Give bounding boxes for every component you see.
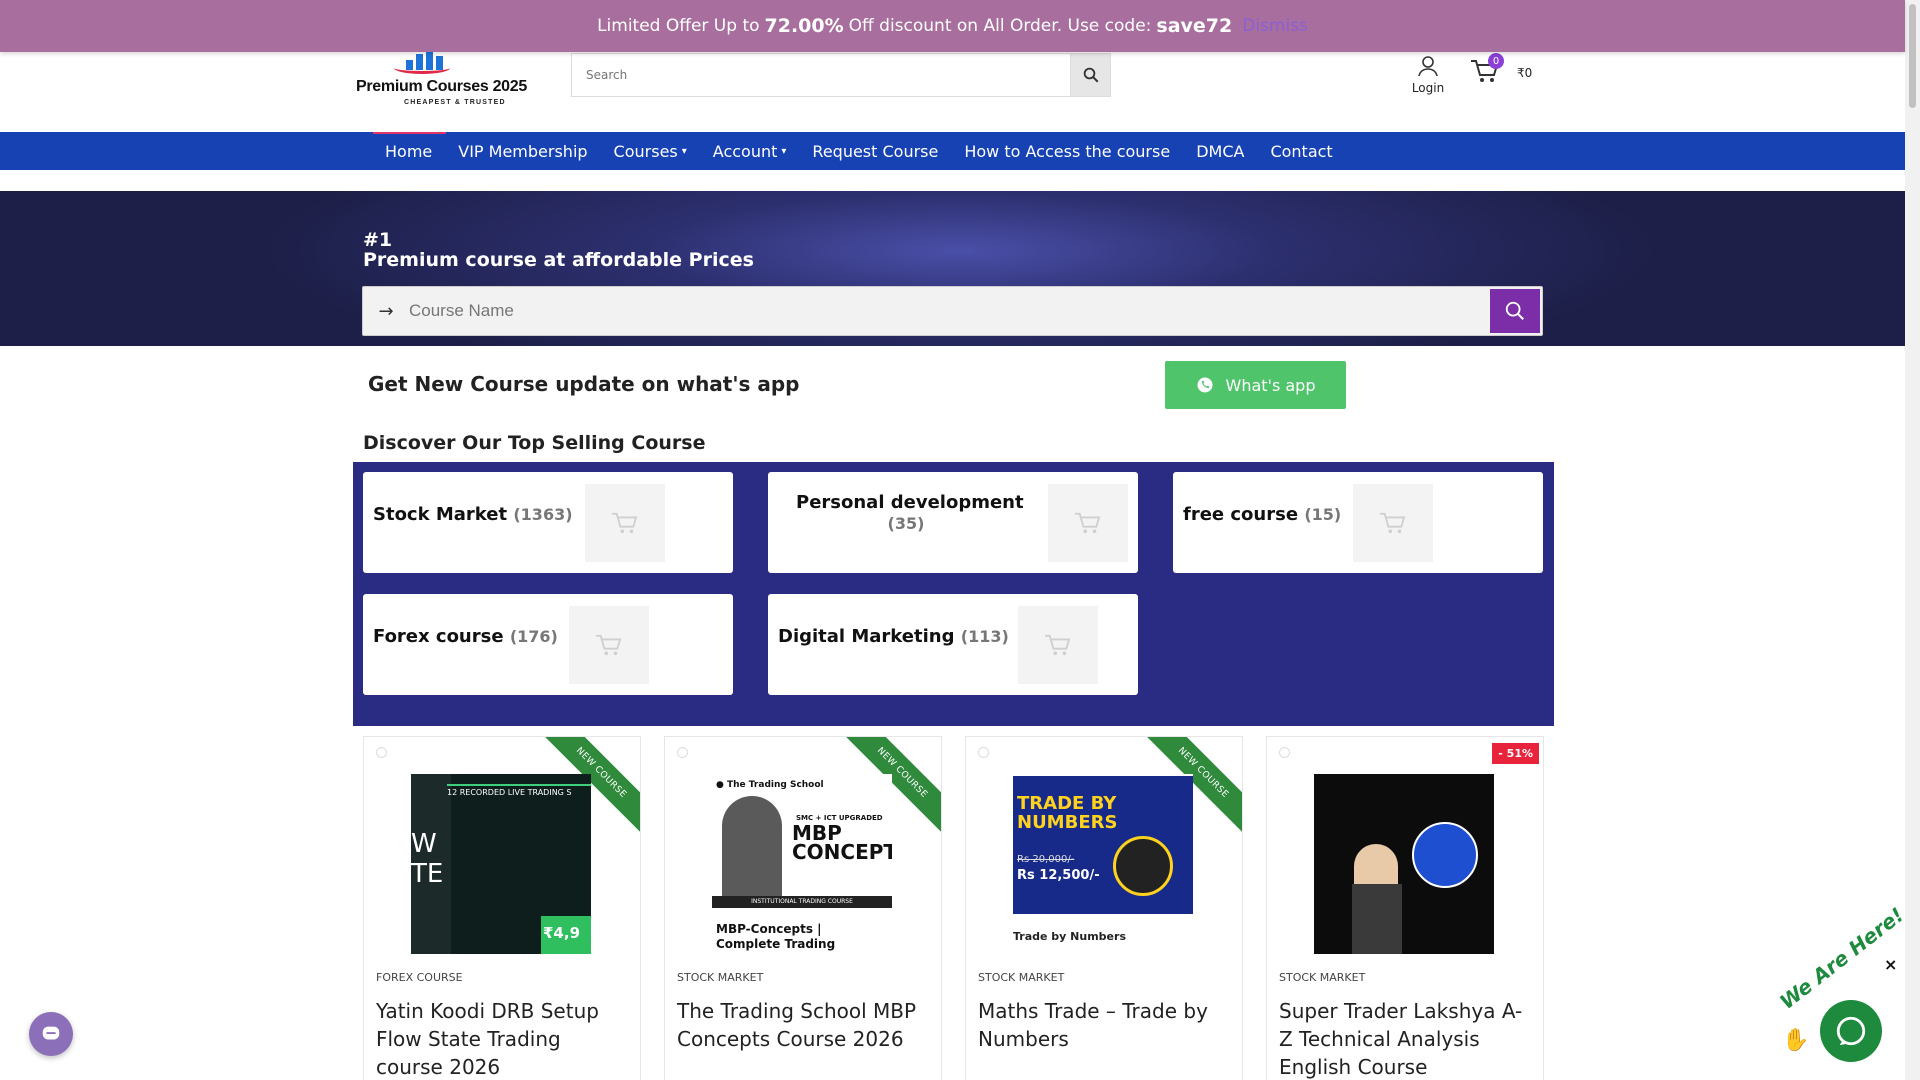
whatsapp-promo-text: Get New Course update on what's app [368, 372, 800, 396]
dismiss-link[interactable]: Dismiss [1242, 16, 1308, 36]
product-title[interactable]: Super Trader Lakshya A-Z Technical Analy… [1279, 997, 1535, 1080]
search-icon [1083, 67, 1098, 83]
cart-total: ₹0 [1517, 66, 1533, 80]
site-logo[interactable]: Premium Courses 2025 CHEAPEST & TRUSTED [356, 48, 527, 112]
nav-how-to-access[interactable]: How to Access the course [951, 142, 1183, 161]
site-header: Premium Courses 2025 CHEAPEST & TRUSTED … [0, 48, 1905, 132]
wishlist-icon[interactable] [677, 747, 688, 758]
page-scrollbar[interactable] [1905, 0, 1920, 1080]
cart-icon [1048, 484, 1128, 562]
cart-icon [1018, 606, 1098, 684]
scrollbar-thumb[interactable] [1909, 4, 1916, 108]
user-icon [1418, 56, 1438, 77]
close-icon[interactable]: × [1884, 955, 1897, 974]
course-search-button[interactable] [1490, 289, 1540, 333]
category-panel: Stock Market (1363) Personal development… [353, 462, 1554, 726]
category-card-personal-development[interactable]: Personal development (35) [768, 472, 1138, 573]
promo-bar: Limited Offer Up to 72.00% Off discount … [0, 0, 1905, 52]
chevron-down-icon: ▾ [781, 145, 787, 157]
nav-account[interactable]: Account ▾ [700, 142, 800, 161]
search-icon [1505, 301, 1524, 320]
product-category[interactable]: STOCK MARKET [978, 971, 1064, 984]
arrow-right-icon: → [378, 300, 394, 322]
chat-launcher-button[interactable] [29, 1012, 73, 1056]
product-card[interactable]: - 51% STOCK MARKET Super Trader Lakshya … [1266, 736, 1544, 1080]
cart-button[interactable]: 0 [1470, 53, 1504, 88]
product-image: W TE 12 RECORDED LIVE TRADING S ₹4,9 [411, 774, 591, 954]
category-card-forex-course[interactable]: Forex course (176) [363, 594, 733, 695]
header-search-input[interactable] [572, 54, 1070, 96]
nav-request-course[interactable]: Request Course [799, 142, 951, 161]
product-category[interactable]: FOREX COURSE [376, 971, 463, 984]
live-chat-button[interactable] [1820, 1000, 1882, 1062]
product-image: ● The Trading School SMC + ICT UPGRADED … [712, 774, 892, 954]
product-category[interactable]: STOCK MARKET [677, 971, 763, 984]
hero-banner: #1 Premium course at affordable Prices →… [0, 191, 1905, 346]
header-search-button[interactable] [1070, 54, 1110, 96]
product-title[interactable]: Maths Trade – Trade by Numbers [978, 997, 1234, 1053]
wishlist-icon[interactable] [978, 747, 989, 758]
promo-percent: 72.00% [764, 15, 844, 37]
product-image: TRADE BY NUMBERS Rs 20,000/- Rs 12,500/-… [1013, 774, 1193, 954]
promo-middle: Off discount on All Order. Use code: [848, 16, 1152, 36]
nav-courses[interactable]: Courses ▾ [601, 142, 700, 161]
nav-vip-membership[interactable]: VIP Membership [445, 142, 600, 161]
cart-icon [585, 484, 665, 562]
cart-icon [569, 606, 649, 684]
logo-tagline: CHEAPEST & TRUSTED [404, 99, 506, 106]
product-card[interactable]: NEW COURSE W TE 12 RECORDED LIVE TRADING … [363, 736, 641, 1080]
product-image [1314, 774, 1494, 954]
login-link[interactable]: Login [1408, 54, 1448, 95]
category-card-free-course[interactable]: free course (15) [1173, 472, 1543, 573]
promo-prefix: Limited Offer Up to [597, 16, 760, 36]
product-title[interactable]: The Trading School MBP Concepts Course 2… [677, 997, 933, 1053]
whatsapp-button[interactable]: What's app [1165, 361, 1346, 409]
whatsapp-icon [1197, 377, 1212, 393]
category-card-stock-market[interactable]: Stock Market (1363) [363, 472, 733, 573]
header-search [571, 53, 1111, 97]
promo-code: save72 [1156, 15, 1233, 37]
course-search-input[interactable]: Course Name [409, 301, 1490, 321]
logo-name: Premium Courses 2025 [356, 78, 527, 95]
main-nav: Home VIP Membership Courses ▾ Account ▾ Re… [0, 132, 1905, 170]
product-card[interactable]: NEW COURSE ● The Trading School SMC + IC… [664, 736, 942, 1080]
section-title: Discover Our Top Selling Course [363, 432, 706, 454]
login-label: Login [1411, 81, 1445, 95]
chat-bubble-icon [42, 1026, 60, 1040]
cart-count-badge: 0 [1488, 53, 1504, 69]
product-card[interactable]: NEW COURSE TRADE BY NUMBERS Rs 20,000/- … [965, 736, 1243, 1080]
waving-hand-icon: ✋ [1782, 1028, 1810, 1053]
chevron-down-icon: ▾ [681, 145, 687, 157]
cart-icon [1353, 484, 1433, 562]
chat-bubble-icon [1836, 1016, 1866, 1046]
category-card-digital-marketing[interactable]: Digital Marketing (113) [768, 594, 1138, 695]
product-title[interactable]: Yatin Koodi DRB Setup Flow State Trading… [376, 997, 632, 1080]
product-category[interactable]: STOCK MARKET [1279, 971, 1365, 984]
nav-home[interactable]: Home [372, 142, 445, 161]
hero-headline: Premium course at affordable Prices [363, 249, 754, 271]
nav-dmca[interactable]: DMCA [1183, 142, 1257, 161]
wishlist-icon[interactable] [376, 747, 387, 758]
course-search: → Course Name [362, 286, 1543, 336]
nav-contact[interactable]: Contact [1257, 142, 1345, 161]
sale-badge: - 51% [1492, 743, 1539, 764]
hero-hash: #1 [363, 229, 393, 251]
wishlist-icon[interactable] [1279, 747, 1290, 758]
